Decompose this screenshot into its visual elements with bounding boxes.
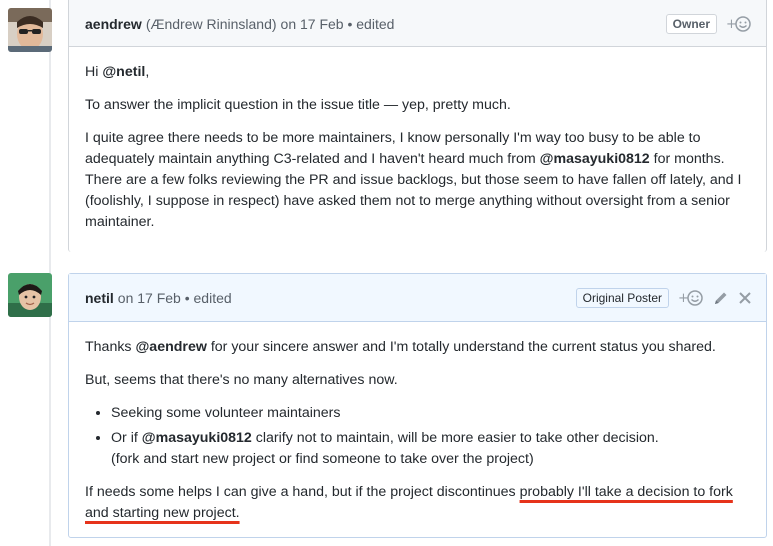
add-reaction-icon[interactable]: +: [726, 15, 752, 33]
pencil-icon[interactable]: [713, 290, 729, 306]
close-icon[interactable]: [738, 291, 752, 305]
comment-meta[interactable]: on 17 Feb • edited: [118, 290, 232, 306]
list-item-text: clarify not to maintain, will be more ea…: [251, 430, 659, 446]
avatar-aendrew[interactable]: [8, 8, 52, 52]
paragraph: To answer the implicit question in the i…: [85, 97, 511, 113]
comment-meta[interactable]: on 17 Feb • edited: [281, 16, 395, 32]
greeting: Hi @netil,: [85, 62, 750, 83]
mention-masayuki0812[interactable]: @masayuki0812: [540, 151, 650, 167]
greeting-text: Hi: [85, 64, 103, 80]
bullet-list: Seeking some volunteer maintainers Or if…: [111, 403, 750, 470]
mention-aendrew[interactable]: @aendrew: [135, 339, 206, 355]
list-item-text: (fork and start new project or find some…: [111, 451, 534, 467]
add-reaction-icon[interactable]: +: [678, 289, 704, 307]
mention-masayuki0812[interactable]: @masayuki0812: [142, 430, 252, 446]
comment-header: netil on 17 Feb • edited Original Poster…: [69, 274, 766, 322]
comment-header: aendrew (Ændrew Rininsland) on 17 Feb • …: [69, 0, 766, 47]
paragraph: Thanks @aendrew for your sincere answer …: [85, 337, 750, 358]
comment-aendrew: aendrew (Ændrew Rininsland) on 17 Feb • …: [68, 0, 767, 252]
owner-badge: Owner: [665, 13, 717, 34]
comment-body: Hi @netil, To answer the implicit questi…: [69, 47, 766, 233]
paragraph-text: for your sincere answer and I'm totally …: [206, 339, 716, 355]
comment-body: Thanks @aendrew for your sincere answer …: [69, 322, 766, 524]
original-poster-badge: Original Poster: [575, 287, 669, 308]
avatar-netil[interactable]: [8, 273, 52, 317]
greeting-suffix: ,: [145, 64, 150, 80]
comment-netil: netil on 17 Feb • edited Original Poster…: [68, 273, 767, 538]
paragraph: If needs some helps I can give a hand, b…: [85, 482, 750, 524]
mention-netil[interactable]: @netil: [102, 64, 145, 80]
list-item: Seeking some volunteer maintainers: [111, 403, 750, 424]
list-item: Or if @masayuki0812 clarify not to maint…: [111, 428, 750, 470]
paragraph-text: If needs some helps I can give a hand, b…: [85, 484, 520, 500]
author-name[interactable]: netil: [85, 290, 114, 306]
paragraph-text: Thanks: [85, 339, 136, 355]
author-name[interactable]: aendrew: [85, 16, 142, 32]
author-fullname: (Ændrew Rininsland): [145, 15, 277, 32]
list-item-text: Or if: [111, 430, 142, 446]
paragraph: But, seems that there's no many alternat…: [85, 372, 398, 388]
paragraph: I quite agree there needs to be more mai…: [85, 128, 750, 233]
